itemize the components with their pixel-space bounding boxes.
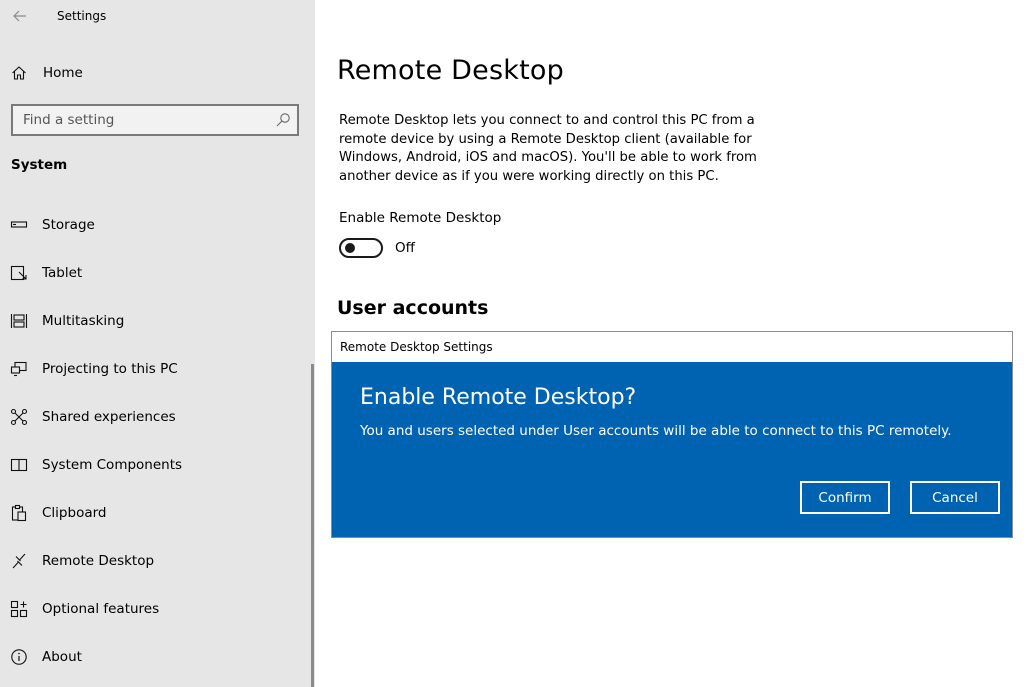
sidebar-item-shared-experiences[interactable]: Shared experiences — [0, 397, 312, 437]
dialog-title: Remote Desktop Settings — [340, 340, 493, 354]
optional-features-icon — [10, 600, 28, 618]
sidebar-item-label: System Components — [42, 457, 183, 473]
confirm-dialog: Remote Desktop Settings Enable Remote De… — [331, 331, 1013, 538]
page-description: Remote Desktop lets you connect to and c… — [339, 113, 757, 185]
clipboard-icon — [10, 504, 28, 522]
remote-desktop-icon — [10, 552, 28, 570]
search-input[interactable] — [13, 106, 267, 134]
toggle-knob — [345, 243, 355, 253]
sidebar-item-clipboard[interactable]: Clipboard — [0, 493, 312, 533]
shared-experiences-icon — [10, 408, 28, 426]
sidebar-item-label: Remote Desktop — [42, 553, 155, 569]
sidebar-item-label: Home — [43, 65, 83, 81]
sidebar-item-about[interactable]: About — [0, 637, 312, 677]
storage-icon — [10, 216, 28, 234]
system-components-icon — [10, 456, 28, 474]
sidebar-item-home[interactable]: Home — [0, 56, 315, 90]
page-title: Remote Desktop — [337, 55, 564, 86]
app-title: Settings — [57, 9, 107, 23]
dialog-message: You and users selected under User accoun… — [360, 423, 952, 439]
sidebar-item-storage[interactable]: Storage — [0, 205, 312, 245]
sidebar-item-label: Tablet — [42, 265, 83, 281]
sidebar-item-label: Projecting to this PC — [42, 361, 178, 377]
cancel-button[interactable]: Cancel — [910, 481, 1000, 514]
sidebar: Settings Home System Storage Tablet Mult… — [0, 0, 315, 687]
search-icon[interactable] — [275, 112, 291, 128]
sidebar-item-label: Multitasking — [42, 313, 125, 329]
sidebar-item-multitasking[interactable]: Multitasking — [0, 301, 312, 341]
projecting-icon — [10, 360, 28, 378]
sidebar-item-tablet[interactable]: Tablet — [0, 253, 312, 293]
back-arrow-icon — [13, 10, 26, 22]
sidebar-item-label: About — [42, 649, 82, 665]
back-button[interactable] — [6, 3, 34, 29]
enable-remote-desktop-toggle[interactable] — [339, 238, 383, 258]
info-icon — [10, 648, 28, 666]
sidebar-item-label: Shared experiences — [42, 409, 176, 425]
sidebar-item-optional-features[interactable]: Optional features — [0, 589, 312, 629]
sidebar-scrollbar[interactable] — [311, 364, 314, 687]
user-accounts-heading: User accounts — [337, 297, 489, 319]
sidebar-item-label: Clipboard — [42, 505, 107, 521]
home-icon — [10, 64, 28, 82]
tablet-icon — [10, 264, 28, 282]
title-bar: Settings — [0, 0, 315, 34]
search-box — [11, 104, 299, 136]
confirm-button[interactable]: Confirm — [800, 481, 890, 514]
multitasking-icon — [10, 312, 28, 330]
toggle-label: Enable Remote Desktop — [339, 210, 502, 226]
sidebar-item-projecting[interactable]: Projecting to this PC — [0, 349, 312, 389]
section-heading: System — [11, 157, 68, 173]
toggle-state: Off — [395, 240, 415, 256]
sidebar-item-remote-desktop[interactable]: Remote Desktop — [0, 541, 312, 581]
sidebar-item-label: Optional features — [42, 601, 160, 617]
dialog-heading: Enable Remote Desktop? — [360, 385, 637, 410]
dialog-title-bar: Remote Desktop Settings — [332, 332, 1012, 362]
sidebar-item-label: Storage — [42, 217, 95, 233]
sidebar-item-system-components[interactable]: System Components — [0, 445, 312, 485]
